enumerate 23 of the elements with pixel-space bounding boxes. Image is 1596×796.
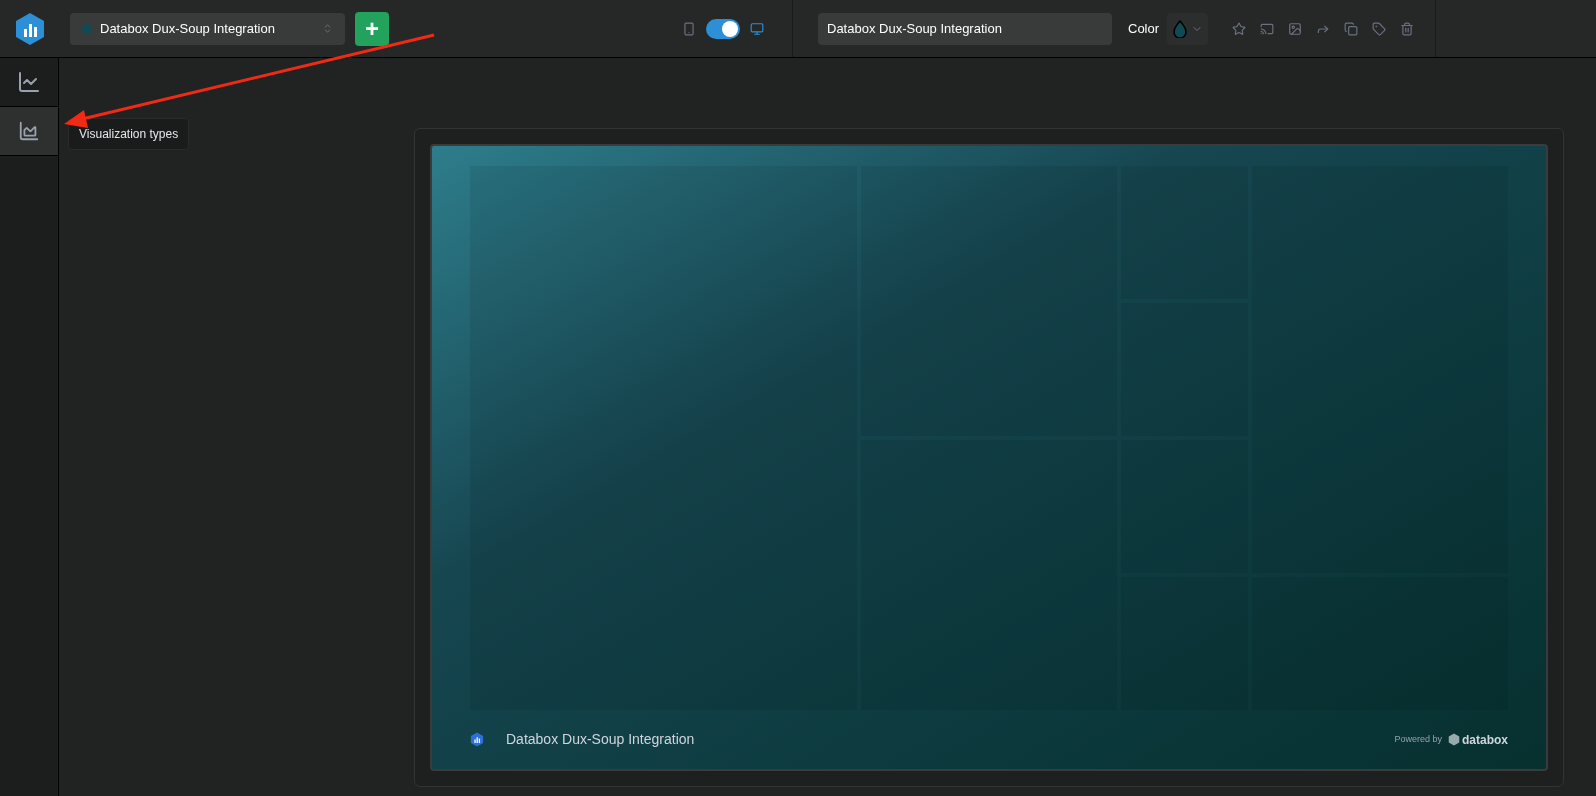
color-label: Color xyxy=(1128,19,1160,38)
chart-icon xyxy=(17,70,41,94)
tag-icon[interactable] xyxy=(1372,21,1387,36)
copy-icon[interactable] xyxy=(1344,21,1359,36)
sidebar-item[interactable] xyxy=(0,107,58,156)
cast-icon[interactable] xyxy=(1260,21,1275,36)
star-icon[interactable] xyxy=(1232,21,1247,36)
select-arrows-icon xyxy=(322,23,333,34)
powered-by-label: Powered by xyxy=(1394,732,1442,746)
logo-icon xyxy=(470,732,484,747)
title-field[interactable]: Databox Dux-Soup Integration xyxy=(818,12,1112,45)
monitor-icon[interactable] xyxy=(750,21,764,36)
device-toggle[interactable] xyxy=(706,18,740,39)
color-picker[interactable] xyxy=(1167,12,1209,45)
trash-icon[interactable] xyxy=(1400,21,1415,36)
tooltip: Visualization types xyxy=(68,118,190,150)
brand-logo-icon xyxy=(1448,733,1460,746)
dashboard-title: Databox Dux-Soup Integration xyxy=(506,730,695,749)
dashboard-select[interactable]: Databox Dux-Soup Integration xyxy=(70,12,345,45)
image-icon[interactable] xyxy=(1288,21,1303,36)
brand-name: databox xyxy=(1462,731,1508,749)
logo-icon[interactable] xyxy=(13,11,46,46)
phone-icon[interactable] xyxy=(682,21,696,36)
